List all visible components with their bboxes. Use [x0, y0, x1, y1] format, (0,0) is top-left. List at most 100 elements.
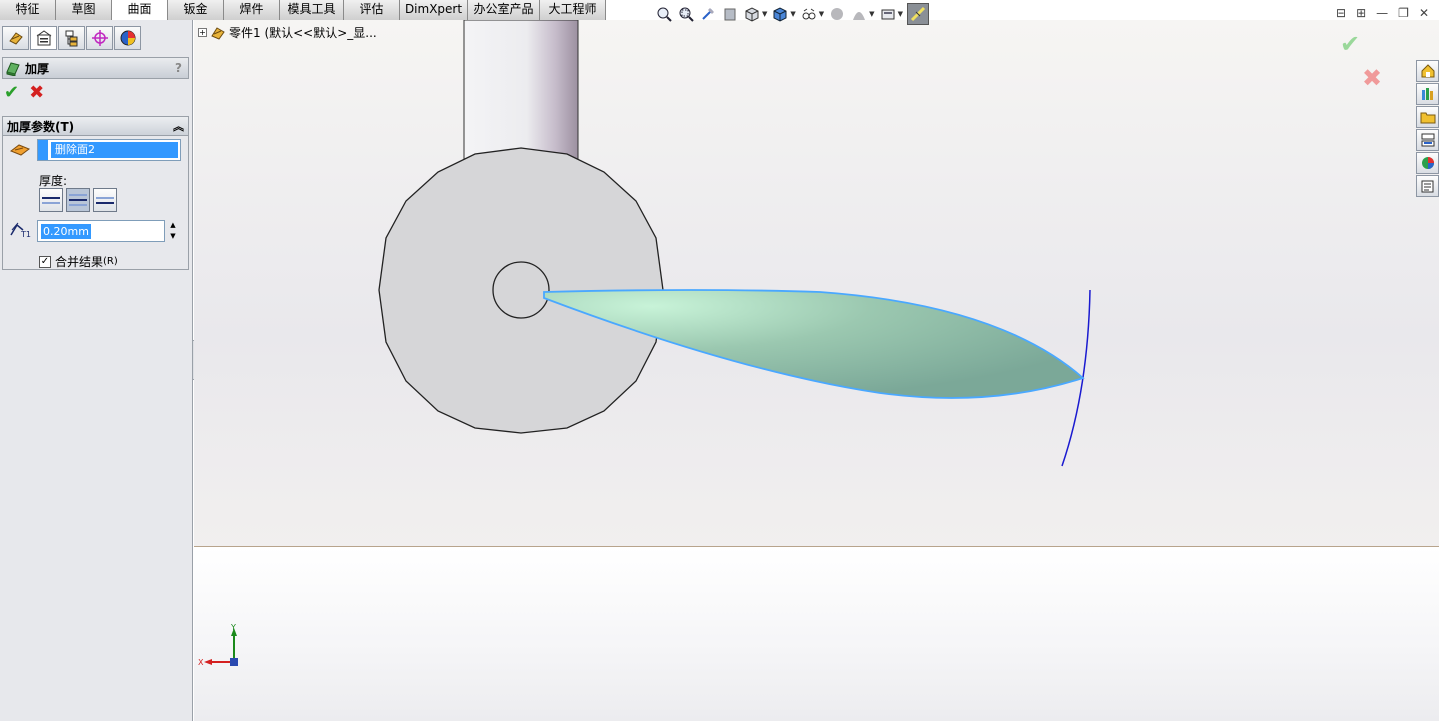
surface-select-icon: [9, 144, 31, 156]
selected-face[interactable]: 删除面2: [51, 142, 178, 158]
thickness-value[interactable]: 0.20mm: [41, 223, 91, 239]
cancel-button[interactable]: ✖: [29, 84, 44, 102]
measure-icon[interactable]: [906, 3, 929, 25]
hub-hole[interactable]: [492, 261, 550, 319]
folder-icon: [1420, 112, 1435, 124]
zoom-to-fit-icon[interactable]: [655, 5, 673, 23]
zoom-to-area-icon[interactable]: [677, 5, 695, 23]
tab-big-engineer[interactable]: 大工程师: [540, 0, 606, 20]
confirm-ok-icon[interactable]: ✔: [1340, 32, 1382, 56]
shaft[interactable]: [463, 20, 579, 161]
display-manager-tab[interactable]: [114, 26, 141, 50]
display-style-dropdown[interactable]: ▼: [790, 10, 795, 18]
appearances-tab[interactable]: [1416, 152, 1439, 174]
merge-result-checkbox[interactable]: ✓: [39, 255, 51, 268]
design-library-tab[interactable]: [1416, 83, 1439, 105]
task-pane-tabs: [1416, 60, 1439, 197]
ok-button[interactable]: ✔: [4, 84, 19, 102]
property-manager-panel: 加厚 ? ✔ ✖ 加厚参数(T) ︽ 删除面2 厚度: T1 0.20mm ▲ …: [0, 20, 193, 721]
help-icon[interactable]: ?: [175, 61, 182, 75]
file-explorer-tab[interactable]: [1416, 106, 1439, 128]
thicken-side2-button[interactable]: [93, 188, 117, 212]
tab-sheet-metal[interactable]: 钣金: [168, 0, 224, 20]
solidworks-resources-tab[interactable]: [1416, 60, 1439, 82]
custom-properties-tab[interactable]: [1416, 175, 1439, 197]
spin-down-icon[interactable]: ▼: [167, 231, 179, 242]
feature-title: 加厚: [25, 61, 50, 76]
previous-view-icon[interactable]: [699, 5, 717, 23]
triad-y-label: Y: [230, 623, 236, 632]
thickness-label: 厚度:: [39, 174, 68, 188]
view-orientation-dropdown[interactable]: ▼: [762, 10, 767, 18]
edit-appearance-icon[interactable]: [828, 5, 846, 23]
graphics-area[interactable]: Y X + 零件1 (默认<<默认>_显...: [194, 20, 1439, 721]
tab-office-products[interactable]: 办公室产品: [468, 0, 540, 20]
hide-show-dropdown[interactable]: ▼: [819, 10, 824, 18]
model-scene: Y X: [198, 20, 1091, 667]
thicken-parameters-group: 加厚参数(T) ︽ 删除面2 厚度: T1 0.20mm ▲ ▼ ✓ 合并结果 …: [2, 116, 189, 270]
tab-dimxpert[interactable]: DimXpert: [400, 0, 468, 20]
close-icon[interactable]: ✕: [1419, 6, 1429, 20]
tab-mold-tools[interactable]: 模具工具: [280, 0, 344, 20]
feature-title-bar: 加厚 ?: [2, 57, 189, 79]
view-palette-icon: [1421, 133, 1434, 147]
command-manager-tabs: 特征 草图 曲面 钣金 焊件 模具工具 评估 DimXpert 办公室产品 大工…: [0, 0, 606, 21]
tree-expander[interactable]: +: [198, 28, 207, 37]
thickness-t1-icon: T1: [9, 221, 31, 239]
view-settings-dropdown[interactable]: ▼: [898, 10, 903, 18]
dimxpert-manager-tab[interactable]: [86, 26, 113, 50]
home-icon: [1421, 64, 1434, 78]
view-triad: Y X: [198, 623, 238, 667]
surface-selection-box[interactable]: 删除面2: [37, 139, 181, 161]
crosshair-icon: [91, 30, 108, 46]
restore-icon[interactable]: ❐: [1398, 6, 1409, 20]
apply-scene-dropdown[interactable]: ▼: [869, 10, 874, 18]
feature-tree-flyout[interactable]: + 零件1 (默认<<默认>_显...: [198, 24, 377, 41]
confirmation-corner: ✔ ✖: [1340, 32, 1382, 90]
section-view-icon[interactable]: [721, 5, 739, 23]
property-manager-icon: [36, 30, 51, 46]
minimize-icon[interactable]: —: [1376, 6, 1388, 20]
group-header[interactable]: 加厚参数(T) ︽: [3, 117, 188, 136]
thicken-feature-icon: [6, 62, 20, 76]
thicken-side1-button[interactable]: [39, 188, 63, 212]
tile-left-icon[interactable]: ⊟: [1336, 6, 1346, 20]
merge-result-row: ✓ 合并结果 (R): [39, 253, 118, 270]
collapse-icon[interactable]: ︽: [173, 118, 184, 134]
ok-cancel-row: ✔ ✖: [4, 84, 44, 102]
configuration-icon: [65, 30, 77, 47]
tile-right-icon[interactable]: ⊞: [1356, 6, 1366, 20]
view-palette-tab[interactable]: [1416, 129, 1439, 151]
appearance-pie-icon: [120, 30, 135, 46]
merge-result-label[interactable]: 合并结果: [55, 253, 103, 270]
view-orientation-icon[interactable]: [743, 5, 761, 23]
thicken-both-sides-button[interactable]: [66, 188, 90, 212]
feature-tree-icon: [8, 32, 23, 45]
heads-up-view-toolbar: ▼ ▼ ▼ ▼ ▼: [655, 3, 929, 25]
tab-sketch[interactable]: 草图: [56, 0, 112, 20]
view-settings-icon[interactable]: [879, 5, 897, 23]
part-icon: [211, 26, 225, 40]
hide-show-items-icon[interactable]: [800, 5, 818, 23]
configuration-manager-tab[interactable]: [58, 26, 85, 50]
thickness-input[interactable]: 0.20mm: [37, 220, 165, 242]
custom-properties-icon: [1421, 180, 1433, 193]
appearances-icon: [1421, 157, 1434, 169]
tab-evaluate[interactable]: 评估: [344, 0, 400, 20]
thickness-spinner[interactable]: ▲ ▼: [167, 220, 179, 242]
display-style-icon[interactable]: [771, 5, 789, 23]
part-name[interactable]: 零件1 (默认<<默认>_显...: [229, 24, 377, 41]
spin-up-icon[interactable]: ▲: [167, 220, 179, 231]
merge-result-shortcut: (R): [103, 256, 118, 267]
tab-surfaces[interactable]: 曲面: [112, 0, 168, 21]
panel-tabs: [2, 26, 141, 50]
tab-weldments[interactable]: 焊件: [224, 0, 280, 20]
apply-scene-icon[interactable]: [850, 5, 868, 23]
thickness-side-buttons: [39, 188, 117, 212]
feature-manager-tab[interactable]: [2, 26, 29, 50]
group-title: 加厚参数(T): [7, 119, 75, 134]
confirm-cancel-icon[interactable]: ✖: [1362, 66, 1382, 90]
t1-label: T1: [21, 230, 31, 239]
property-manager-tab[interactable]: [30, 26, 57, 50]
tab-features[interactable]: 特征: [0, 0, 56, 20]
